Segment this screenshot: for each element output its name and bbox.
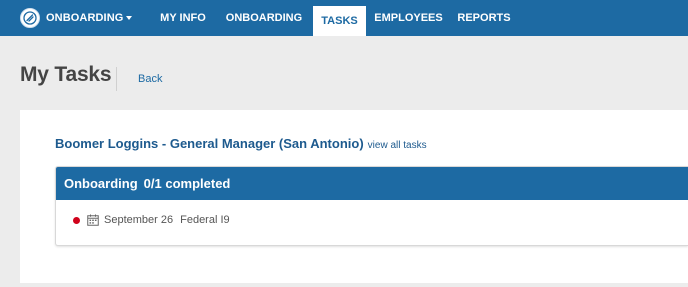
brand-label: ONBOARDING — [46, 12, 124, 24]
task-name: Federal I9 — [180, 214, 230, 226]
assignment-header: Boomer Loggins - General Manager (San An… — [55, 136, 427, 151]
chevron-down-icon — [126, 16, 133, 20]
task-date: September 26 — [104, 214, 174, 226]
nav-reports-label: REPORTS — [457, 12, 511, 24]
nav-my-info-label: MY INFO — [160, 12, 206, 24]
nav-tasks[interactable]: TASKS — [313, 6, 366, 36]
nav-tasks-label: TASKS — [321, 15, 358, 27]
card-header: Onboarding 0/1 completed — [56, 167, 688, 200]
calendar-icon — [87, 214, 99, 226]
nav-onboarding-label: ONBOARDING — [225, 12, 303, 24]
nav-employees-label: EMPLOYEES — [374, 12, 443, 24]
completion-count: 0/1 completed — [143, 176, 231, 191]
status-dot-icon — [73, 216, 80, 224]
nav-employees[interactable]: EMPLOYEES — [369, 0, 448, 36]
onboarding-card: Onboarding 0/1 completed September 26 Fe… — [55, 166, 688, 246]
task-row[interactable]: September 26 Federal I9 — [73, 214, 230, 226]
nav-my-info[interactable]: MY INFO — [150, 0, 216, 36]
nav-reports[interactable]: REPORTS — [450, 0, 518, 36]
top-nav-bar: ONBOARDING MY INFO ONBOARDING TASKS EMPL… — [0, 0, 688, 36]
nav-onboarding[interactable]: ONBOARDING — [218, 0, 310, 36]
title-divider — [116, 67, 117, 91]
page-title: My Tasks — [20, 63, 112, 86]
back-link[interactable]: Back — [138, 73, 162, 85]
assignee-name[interactable]: Boomer Loggins - General Manager (San An… — [55, 136, 364, 151]
view-all-tasks-link[interactable]: view all tasks — [368, 140, 427, 151]
card-title: Onboarding — [64, 176, 138, 191]
brand-menu[interactable]: ONBOARDING — [20, 0, 133, 36]
logo-icon — [20, 8, 40, 28]
